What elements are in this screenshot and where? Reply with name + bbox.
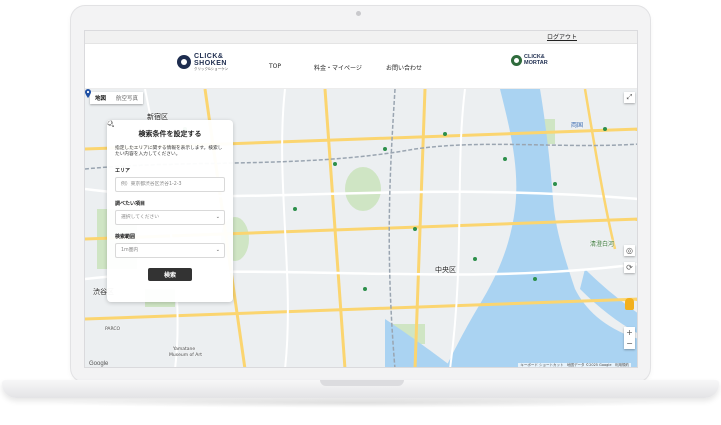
- map-label-museum: Museum of Art: [169, 353, 202, 358]
- map-label-kiyosumi: 清澄白河: [590, 241, 615, 248]
- panel-title-text: 検索条件を設定する: [138, 130, 202, 138]
- tab-satellite[interactable]: 航空写真: [111, 92, 143, 104]
- imperial-palace-park: [345, 167, 381, 211]
- range-select-value: 1m圏内: [121, 247, 139, 253]
- site-header: CLICK& SHOKEN クリック&ショーケン TOP 料金・マイページ お問…: [85, 44, 637, 89]
- location-pin-icon[interactable]: [85, 89, 91, 98]
- my-location-icon[interactable]: ◎: [624, 245, 635, 256]
- logout-link[interactable]: ログアウト: [547, 32, 577, 41]
- search-button-label: 検索: [163, 271, 176, 279]
- top-strip: ログアウト: [85, 31, 637, 44]
- logo2-line2: MORTAR: [524, 59, 548, 66]
- map-label-parco: PARCO: [105, 327, 121, 332]
- screen: ログアウト CLICK& SHOKEN クリック&ショーケン TOP 料金・マイ…: [84, 30, 638, 368]
- click-mortar-logo[interactable]: CLICK& MORTAR: [511, 54, 548, 66]
- topic-select-value: 選択してください: [121, 214, 160, 220]
- nav-top[interactable]: TOP: [269, 63, 281, 70]
- range-label: 検索範囲: [115, 233, 136, 240]
- map-type-tabs: 地図 航空写真: [90, 92, 144, 104]
- nav-contact[interactable]: お問い合わせ: [386, 63, 422, 72]
- laptop-notch: [320, 380, 404, 386]
- topic-select[interactable]: 選択してください ⌄: [115, 209, 225, 225]
- click-shoken-logo[interactable]: CLICK& SHOKEN クリック&ショーケン: [177, 53, 228, 72]
- google-map[interactable]: 地図 航空写真 ⤢ 新宿区 中央区 渋谷区 PARCO Yamatane Mus…: [85, 89, 637, 367]
- rotate-icon[interactable]: ⟳: [624, 262, 635, 273]
- zoom-control[interactable]: + −: [624, 327, 635, 349]
- area-placeholder: 例）東京都渋谷区渋谷1-2-3: [121, 181, 182, 187]
- pegman-icon[interactable]: [625, 298, 634, 310]
- nav-pricing-mypage[interactable]: 料金・マイページ: [314, 63, 362, 72]
- search-panel: 検索条件を設定する 指定したエリアに関する情報を表示します。検索したい内容を入力…: [107, 120, 233, 302]
- laptop-shadow: [40, 398, 681, 408]
- map-label-yamatane: Yamatane: [173, 347, 196, 352]
- chevron-down-icon: ⌄: [215, 213, 220, 220]
- search-button[interactable]: 検索: [107, 120, 192, 281]
- topic-label: 調べたい項目: [115, 200, 146, 207]
- laptop-base: [2, 380, 719, 398]
- camera-icon: [356, 11, 361, 16]
- chevron-down-icon: ⌄: [215, 246, 220, 253]
- area-input[interactable]: 例）東京都渋谷区渋谷1-2-3: [115, 176, 225, 192]
- panel-title: 検索条件を設定する: [107, 120, 225, 139]
- search-icon: [107, 120, 113, 126]
- logo-line1: CLICK&: [194, 53, 224, 60]
- area-label: エリア: [115, 167, 131, 174]
- map-label-chuo: 中央区: [435, 266, 456, 274]
- google-logo: Google: [89, 361, 109, 367]
- logo-line2: SHOKEN: [194, 60, 227, 67]
- logo-mark-icon: [177, 55, 191, 70]
- logo-sub: クリック&ショーケン: [194, 67, 229, 71]
- zoom-in-button[interactable]: +: [624, 327, 635, 338]
- tab-map[interactable]: 地図: [90, 92, 111, 104]
- fullscreen-icon[interactable]: ⤢: [624, 92, 635, 103]
- map-attribution[interactable]: キーボード ショートカット 地図データ ©2025 Google 利用規約: [518, 363, 631, 367]
- range-select[interactable]: 1m圏内 ⌄: [115, 242, 225, 258]
- zoom-out-button[interactable]: −: [624, 338, 635, 349]
- logo2-mark-icon: [511, 55, 522, 66]
- panel-description: 指定したエリアに関する情報を表示します。検索したい内容を入力してください。: [115, 146, 223, 158]
- map-label-ryogoku: 両国: [571, 122, 584, 129]
